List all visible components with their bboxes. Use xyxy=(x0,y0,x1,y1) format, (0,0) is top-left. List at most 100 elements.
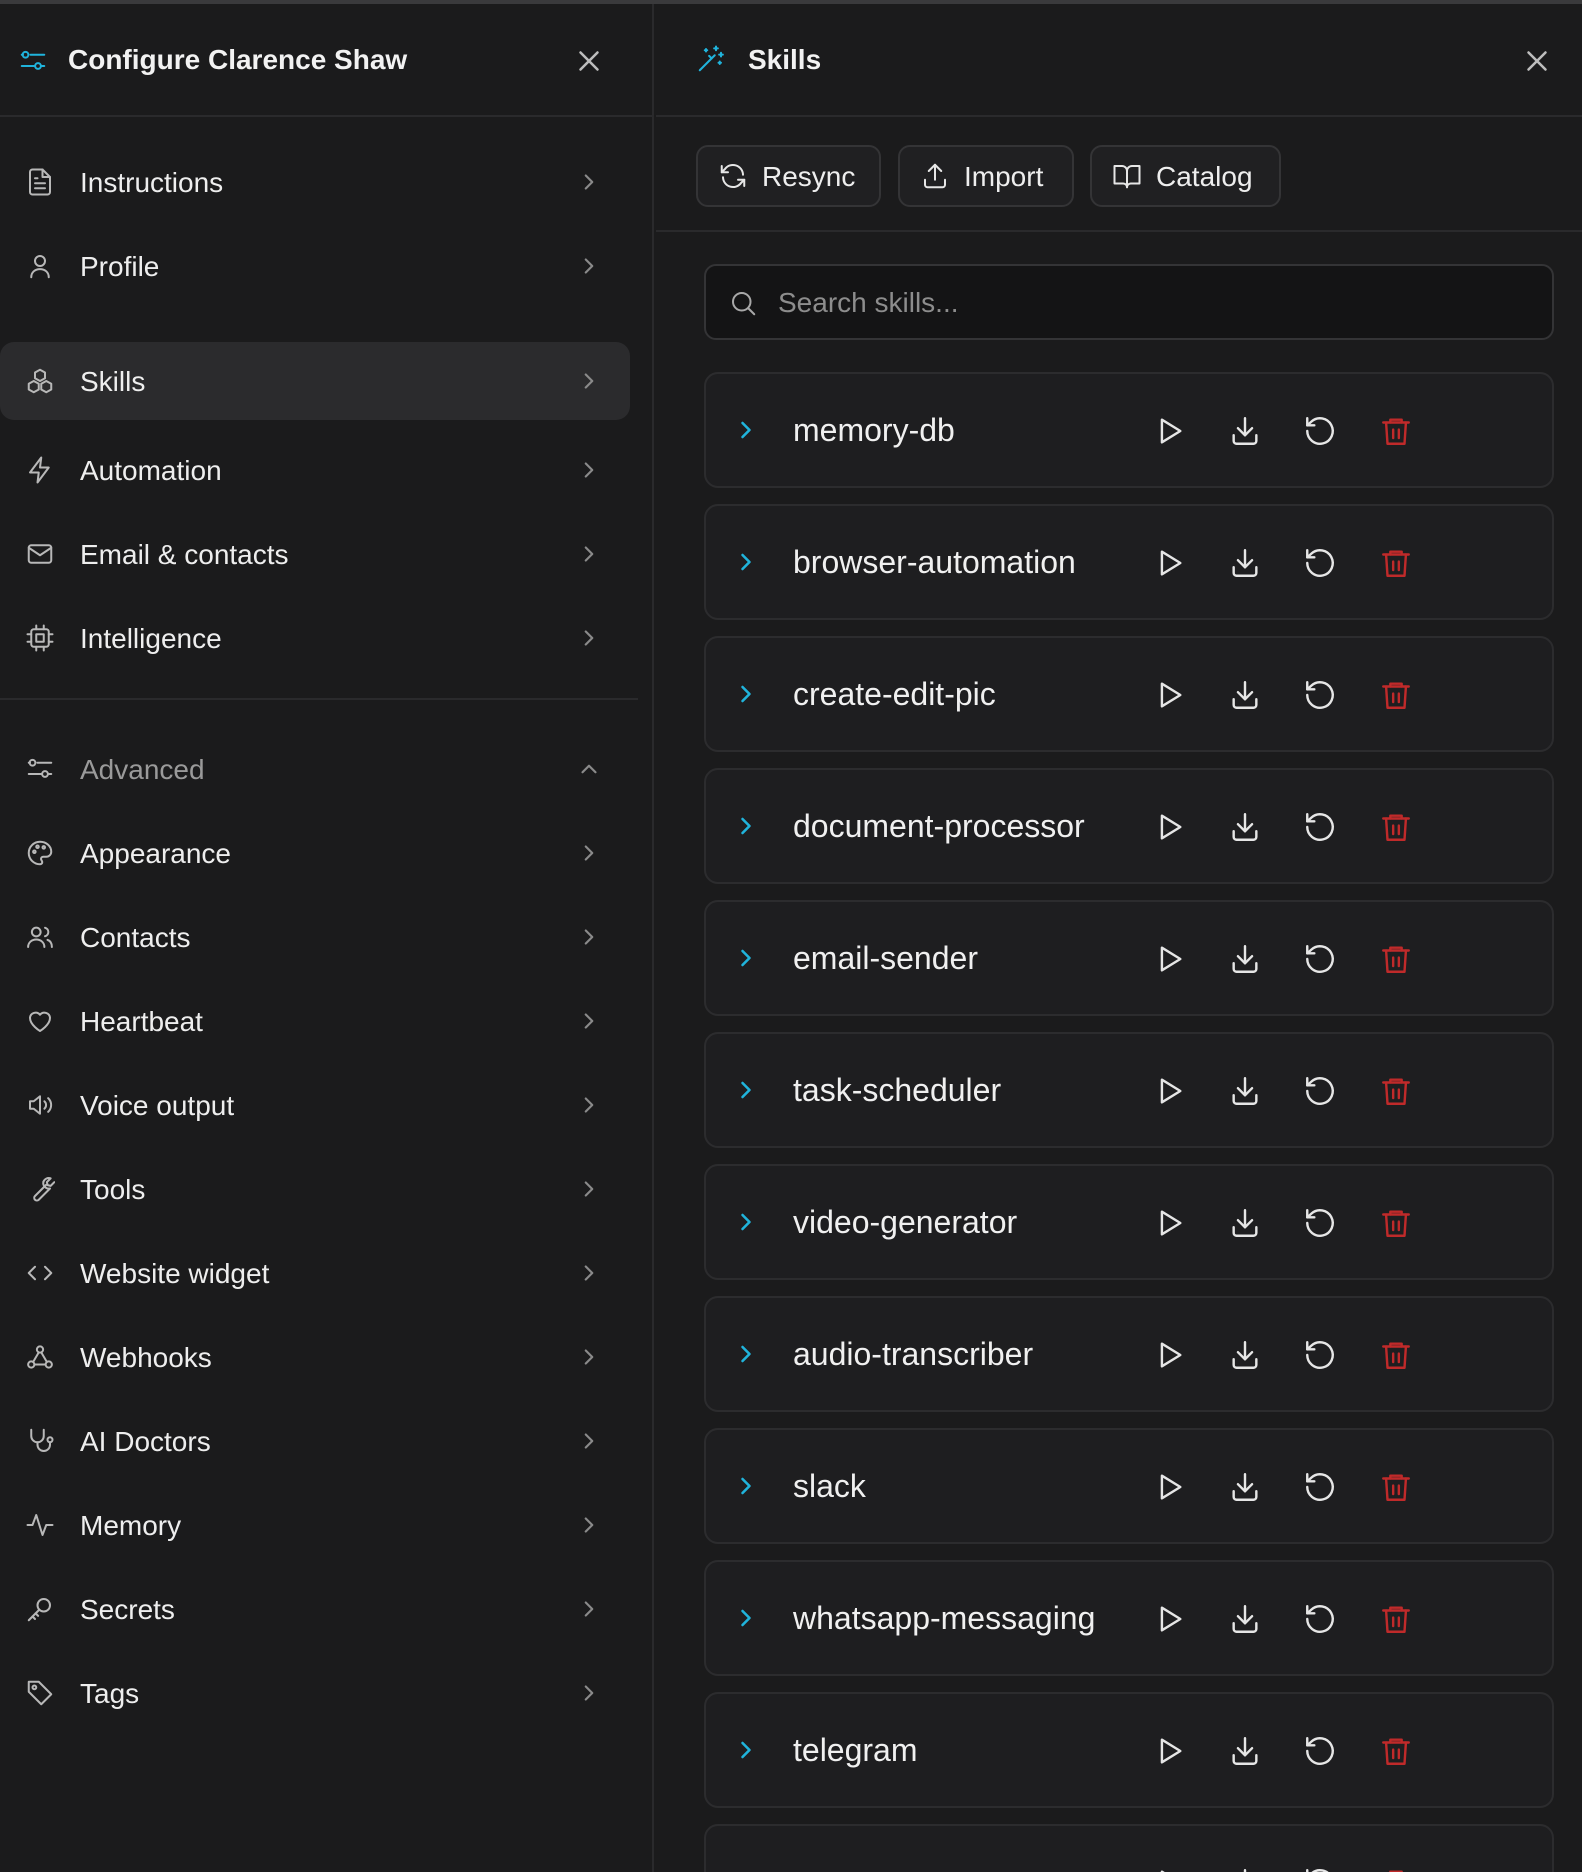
delete-skill-button[interactable] xyxy=(1379,1470,1413,1504)
trash-icon xyxy=(1382,1342,1410,1369)
download-skill-button[interactable] xyxy=(1228,942,1262,976)
run-skill-button[interactable] xyxy=(1152,1734,1186,1768)
sidebar-item-contacts[interactable]: Contacts xyxy=(0,898,630,976)
configure-panel-title: Configure Clarence Shaw xyxy=(68,44,408,75)
reset-skill-button[interactable] xyxy=(1303,1734,1337,1768)
expand-skill-button[interactable] xyxy=(732,548,760,576)
run-skill-button[interactable] xyxy=(1152,678,1186,712)
section-divider xyxy=(0,698,638,700)
download-skill-button[interactable] xyxy=(1228,414,1262,448)
sidebar-item-automation[interactable]: Automation xyxy=(0,431,630,509)
delete-skill-button[interactable] xyxy=(1379,1074,1413,1108)
expand-skill-button[interactable] xyxy=(732,1208,760,1236)
delete-skill-button[interactable] xyxy=(1379,678,1413,712)
expand-skill-button[interactable] xyxy=(732,944,760,972)
expand-skill-button[interactable] xyxy=(732,1604,760,1632)
sidebar-item-website-widget[interactable]: Website widget xyxy=(0,1234,630,1312)
sidebar-item-webhooks[interactable]: Webhooks xyxy=(0,1318,630,1396)
run-skill-button[interactable] xyxy=(1152,1470,1186,1504)
reset-skill-button[interactable] xyxy=(1303,414,1337,448)
download-skill-button[interactable] xyxy=(1228,1206,1262,1240)
expand-skill-button[interactable] xyxy=(732,1868,760,1872)
advanced-section-toggle[interactable]: Advanced xyxy=(0,730,630,808)
import-button[interactable]: Import xyxy=(898,145,1074,207)
reset-skill-button[interactable] xyxy=(1303,1470,1337,1504)
trash-icon xyxy=(1382,418,1410,445)
download-icon xyxy=(1232,417,1258,445)
close-configure-button[interactable] xyxy=(572,44,606,78)
delete-skill-button[interactable] xyxy=(1379,1866,1413,1872)
download-skill-button[interactable] xyxy=(1228,1470,1262,1504)
sidebar-item-label: Webhooks xyxy=(80,1342,212,1373)
expand-skill-button[interactable] xyxy=(732,812,760,840)
reset-skill-button[interactable] xyxy=(1303,810,1337,844)
sidebar-item-secrets[interactable]: Secrets xyxy=(0,1570,630,1648)
download-icon xyxy=(1232,549,1258,577)
run-skill-button[interactable] xyxy=(1152,1866,1186,1872)
catalog-button[interactable]: Catalog xyxy=(1090,145,1281,207)
sidebar-item-memory[interactable]: Memory xyxy=(0,1486,630,1564)
trash-icon xyxy=(1382,1606,1410,1633)
upload-icon xyxy=(920,161,950,191)
download-skill-button[interactable] xyxy=(1228,1074,1262,1108)
skill-row: create-edit-pic xyxy=(704,636,1554,752)
expand-skill-button[interactable] xyxy=(732,1736,760,1764)
reset-skill-button[interactable] xyxy=(1303,942,1337,976)
reset-skill-button[interactable] xyxy=(1303,1866,1337,1872)
download-skill-button[interactable] xyxy=(1228,546,1262,580)
delete-skill-button[interactable] xyxy=(1379,1602,1413,1636)
run-skill-button[interactable] xyxy=(1152,1338,1186,1372)
sidebar-item-instructions[interactable]: Instructions xyxy=(0,143,630,221)
chevron-right-icon xyxy=(741,817,751,835)
reset-skill-button[interactable] xyxy=(1303,1074,1337,1108)
expand-skill-button[interactable] xyxy=(732,1340,760,1368)
run-skill-button[interactable] xyxy=(1152,546,1186,580)
expand-skill-button[interactable] xyxy=(732,1472,760,1500)
sidebar-item-appearance[interactable]: Appearance xyxy=(0,814,630,892)
reset-skill-button[interactable] xyxy=(1303,1602,1337,1636)
delete-skill-button[interactable] xyxy=(1379,810,1413,844)
delete-skill-button[interactable] xyxy=(1379,1734,1413,1768)
delete-skill-button[interactable] xyxy=(1379,1338,1413,1372)
search-input[interactable] xyxy=(776,270,1540,336)
sidebar-item-voice-output[interactable]: Voice output xyxy=(0,1066,630,1144)
sidebar-item-tags[interactable]: Tags xyxy=(0,1654,630,1732)
delete-skill-button[interactable] xyxy=(1379,942,1413,976)
play-icon xyxy=(1160,1210,1182,1236)
run-skill-button[interactable] xyxy=(1152,810,1186,844)
sidebar-item-heartbeat[interactable]: Heartbeat xyxy=(0,982,630,1060)
sidebar-item-skills[interactable]: Skills xyxy=(0,342,630,420)
resync-button[interactable]: Resync xyxy=(696,145,881,207)
download-skill-button[interactable] xyxy=(1228,1602,1262,1636)
run-skill-button[interactable] xyxy=(1152,1206,1186,1240)
chevron-right-icon xyxy=(576,1008,602,1034)
run-skill-button[interactable] xyxy=(1152,414,1186,448)
download-skill-button[interactable] xyxy=(1228,678,1262,712)
reset-skill-button[interactable] xyxy=(1303,1206,1337,1240)
rotate-ccw-icon xyxy=(1306,681,1334,709)
sidebar-item-intelligence[interactable]: Intelligence xyxy=(0,599,630,677)
download-skill-button[interactable] xyxy=(1228,810,1262,844)
expand-skill-button[interactable] xyxy=(732,1076,760,1104)
reset-skill-button[interactable] xyxy=(1303,1338,1337,1372)
close-skills-button[interactable] xyxy=(1520,44,1554,78)
download-skill-button[interactable] xyxy=(1228,1866,1262,1872)
sidebar-item-ai-doctors[interactable]: AI Doctors xyxy=(0,1402,630,1480)
chevron-right-icon xyxy=(741,421,751,439)
run-skill-button[interactable] xyxy=(1152,942,1186,976)
download-skill-button[interactable] xyxy=(1228,1734,1262,1768)
download-skill-button[interactable] xyxy=(1228,1338,1262,1372)
sidebar-item-tools[interactable]: Tools xyxy=(0,1150,630,1228)
expand-skill-button[interactable] xyxy=(732,680,760,708)
delete-skill-button[interactable] xyxy=(1379,414,1413,448)
delete-skill-button[interactable] xyxy=(1379,546,1413,580)
run-skill-button[interactable] xyxy=(1152,1602,1186,1636)
reset-skill-button[interactable] xyxy=(1303,678,1337,712)
reset-skill-button[interactable] xyxy=(1303,546,1337,580)
sidebar-item-profile[interactable]: Profile xyxy=(0,227,630,305)
expand-skill-button[interactable] xyxy=(732,416,760,444)
sidebar-item-email-contacts[interactable]: Email & contacts xyxy=(0,515,630,593)
run-skill-button[interactable] xyxy=(1152,1074,1186,1108)
delete-skill-button[interactable] xyxy=(1379,1206,1413,1240)
chevron-right-icon xyxy=(576,1344,602,1370)
